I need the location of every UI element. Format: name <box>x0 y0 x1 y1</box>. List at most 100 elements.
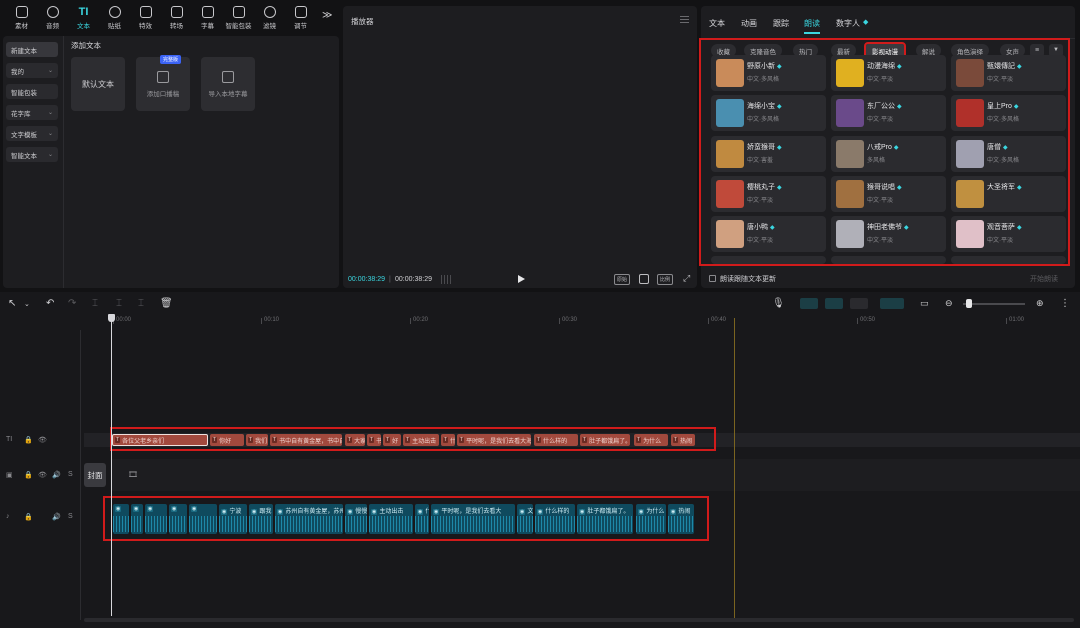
caption-icon[interactable]: ▭ <box>920 298 929 309</box>
ruler-tick <box>559 318 560 324</box>
zoom-in-icon[interactable]: ⊕ <box>1036 298 1044 309</box>
project-end-marker <box>734 318 735 618</box>
tool-text[interactable]: TI 文本 <box>68 6 99 30</box>
total-time: 00:00:38:29 <box>395 276 432 283</box>
lock-icon[interactable]: 🔒 <box>24 471 33 479</box>
timeline-view-icon[interactable] <box>441 275 453 284</box>
lock-icon[interactable]: 🔒 <box>24 436 33 444</box>
ruler-tick <box>261 318 262 324</box>
tab-tracking[interactable]: 跟踪 <box>773 18 789 29</box>
ratio-button[interactable]: 比例 <box>657 274 674 285</box>
play-icon[interactable] <box>518 275 525 283</box>
select-tool-icon[interactable]: ↖ <box>8 298 16 309</box>
tab-read-aloud[interactable]: 朗读 <box>804 18 820 29</box>
menu-icon[interactable] <box>680 16 689 23</box>
solo-icon[interactable]: S <box>68 513 73 520</box>
cover-button[interactable]: 封面 <box>84 463 106 487</box>
link-icon[interactable] <box>850 298 868 309</box>
playhead-handle[interactable] <box>108 314 115 322</box>
tool-adjust[interactable]: 调节 <box>285 6 316 30</box>
quality-button[interactable]: 原始 <box>614 274 631 285</box>
more-tools-button[interactable]: ≫ <box>322 10 332 21</box>
undo-icon[interactable]: ↶ <box>46 298 54 309</box>
zoom-slider[interactable] <box>963 303 1025 305</box>
sidebar-item-text-template[interactable]: 文字模板 ⌄ <box>6 126 58 141</box>
highlight-box-text-track <box>110 427 716 451</box>
tab-text[interactable]: 文本 <box>709 18 725 29</box>
ruler-label: 00:10 <box>264 317 280 323</box>
tool-audio[interactable]: 音频 <box>37 6 68 30</box>
tool-text-label: 文本 <box>77 23 90 30</box>
solo-icon[interactable]: S <box>68 471 73 478</box>
import-subtitle-card[interactable]: 导入本地字幕 <box>201 57 255 111</box>
tool-media[interactable]: 素材 <box>6 6 37 30</box>
tool-subtitle-label: 字幕 <box>201 23 214 30</box>
tool-subtitle[interactable]: 字幕 <box>192 6 223 30</box>
sidebar-item-fancy-text[interactable]: 花字库 ⌄ <box>6 105 58 120</box>
sidebar-item-mine[interactable]: 我的 ⌄ <box>6 63 58 78</box>
adjust-icon <box>294 6 307 18</box>
chevron-down-icon: ⌄ <box>47 152 53 158</box>
delete-icon[interactable]: 🗑 <box>160 298 173 309</box>
tool-filter[interactable]: 滤镜 <box>254 6 285 30</box>
active-tab-indicator <box>804 32 820 34</box>
zoom-out-icon[interactable]: ⊖ <box>945 298 953 309</box>
sidebar-item-smart-text[interactable]: 智能文本 ⌄ <box>6 147 58 162</box>
eye-icon[interactable]: 👁 <box>38 436 47 444</box>
text-sidebar: 新建文本 我的 ⌄ 智能包装 花字库 ⌄ 文字模板 ⌄ 智能文本 ⌄ <box>3 42 61 168</box>
sidebar-item-label: 新建文本 <box>11 47 37 55</box>
chevron-down-icon[interactable]: ⌄ <box>24 300 30 308</box>
tool-smart-pack-label: 智能包装 <box>225 23 252 30</box>
chevron-down-icon: ⌄ <box>47 110 53 116</box>
auto-snap-icon[interactable] <box>825 298 843 309</box>
sidebar-item-new-text[interactable]: 新建文本 <box>6 42 58 57</box>
video-track-icon: ▣ <box>6 472 13 479</box>
time-separator: | <box>389 276 391 283</box>
eye-icon[interactable]: 👁 <box>38 471 47 479</box>
tool-effects[interactable]: 特效 <box>130 6 161 30</box>
split-left-icon[interactable]: ⌶ <box>116 298 122 309</box>
redo-icon[interactable]: ↷ <box>68 298 76 309</box>
speaker-icon[interactable]: 🔊 <box>52 471 61 479</box>
sidebar-item-label: 智能文本 <box>11 152 37 160</box>
default-text-card[interactable]: 默认文本 <box>71 57 125 111</box>
main-track-magnet-icon[interactable] <box>800 298 818 309</box>
import-subtitle-label: 导入本地字幕 <box>208 90 248 98</box>
zoom-slider-handle[interactable] <box>966 299 972 308</box>
effects-icon <box>139 6 152 18</box>
split-icon[interactable]: ⌶ <box>92 298 98 309</box>
player-title: 播放器 <box>351 17 374 26</box>
tool-sticker[interactable]: 贴纸 <box>99 6 130 30</box>
more-options-icon[interactable]: ⋮ <box>1060 298 1070 309</box>
lock-icon[interactable]: 🔒 <box>24 513 33 521</box>
follow-checkbox[interactable] <box>709 275 716 282</box>
sticker-icon <box>108 6 121 18</box>
add-script-label: 添加口播稿 <box>146 90 180 98</box>
sidebar-divider <box>63 36 64 288</box>
tool-smart-pack[interactable]: 智能包装 <box>223 6 254 30</box>
tool-transition[interactable]: 转场 <box>161 6 192 30</box>
speaker-icon[interactable]: 🔊 <box>52 513 61 521</box>
screenshot-icon[interactable] <box>639 274 649 284</box>
main-toolbar: 素材 音频 TI 文本 贴纸 特效 转场 字幕 智能包装 滤镜 调节 <box>0 6 340 32</box>
fullscreen-icon[interactable]: ⤢ <box>683 273 690 284</box>
add-text-heading: 添加文本 <box>71 41 101 50</box>
ruler-label: 00:20 <box>413 317 429 323</box>
playhead[interactable] <box>111 316 112 616</box>
film-icon: 🎞 <box>128 470 139 479</box>
add-script-card[interactable]: 完整版 添加口播稿 <box>136 55 190 111</box>
timeline-scrollbar[interactable] <box>84 618 1074 622</box>
tab-animation[interactable]: 动画 <box>741 18 757 29</box>
sidebar-item-label: 我的 <box>11 68 24 76</box>
tab-digital-human[interactable]: 数字人 <box>836 18 860 29</box>
smart-pack-icon <box>232 6 245 18</box>
preview-axis-icon[interactable] <box>880 298 904 309</box>
text-track-icon: TI <box>6 436 13 443</box>
microphone-icon[interactable]: 🎙 <box>772 298 785 309</box>
current-time: 00:00:38:29 <box>348 276 385 283</box>
sidebar-item-smart-pack[interactable]: 智能包装 <box>6 84 58 99</box>
start-reading-button[interactable]: 开始朗读 <box>1030 274 1058 284</box>
audio-track-icon: ♪ <box>6 513 10 520</box>
tool-audio-label: 音频 <box>46 23 59 30</box>
split-right-icon[interactable]: ⌶ <box>138 298 144 309</box>
